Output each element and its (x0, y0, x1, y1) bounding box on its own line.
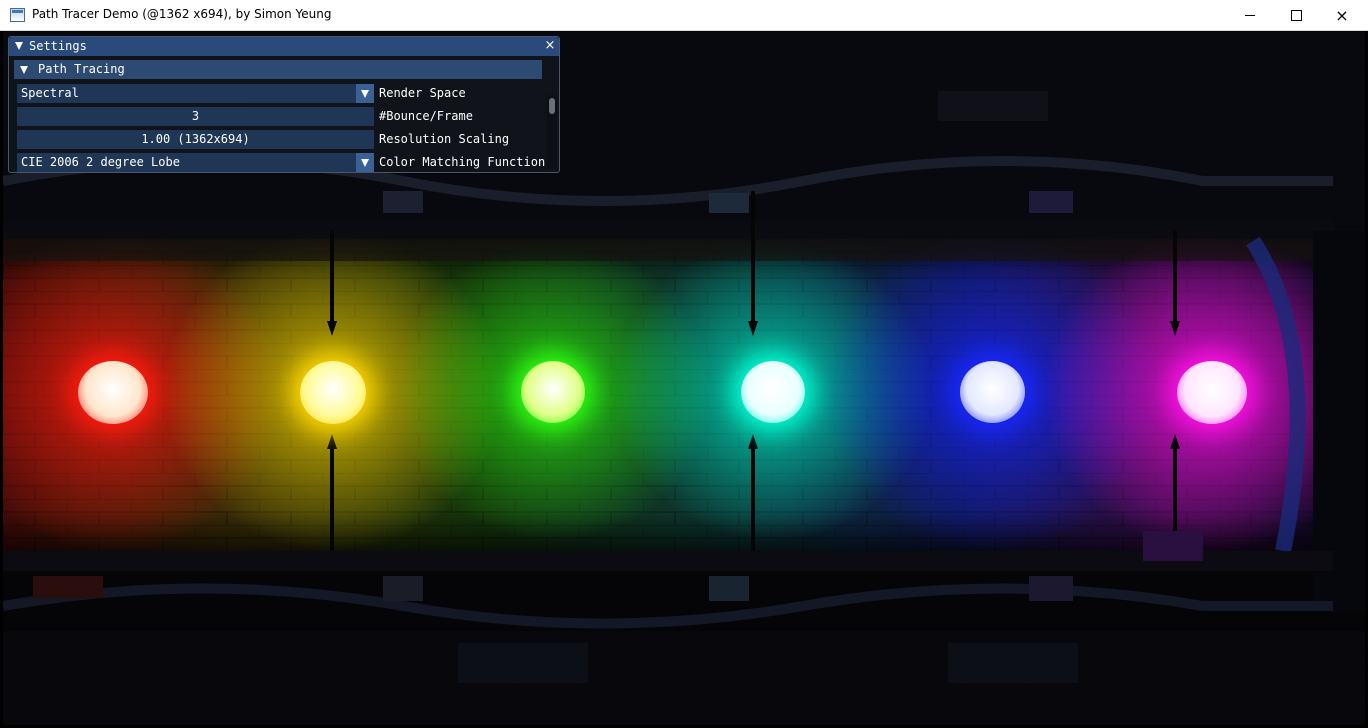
settings-title: Settings (29, 39, 87, 53)
cmf-row: CIE 2006 2 degree Lobe Color Matching Fu… (17, 153, 545, 172)
bounce-slider[interactable]: 3 (17, 107, 374, 126)
scrollbar-thumb[interactable] (549, 98, 555, 114)
settings-close-icon[interactable]: × (542, 38, 558, 54)
collapse-arrow-icon[interactable] (15, 42, 23, 50)
chevron-down-icon (361, 90, 369, 98)
light-sphere-cyan (741, 361, 805, 423)
cmf-value: CIE 2006 2 degree Lobe (21, 155, 180, 169)
settings-panel[interactable]: Settings × Path Tracing Spectral Render … (8, 36, 560, 173)
light-sphere-green (521, 361, 585, 423)
resolution-value: 1.00 (1362x694) (141, 132, 250, 146)
section-arrow-icon (20, 66, 28, 74)
render-space-label: Render Space (379, 86, 466, 100)
resolution-row: 1.00 (1362x694) Resolution Scaling (17, 130, 537, 149)
window-title: Path Tracer Demo (@1362 x694), by Simon … (32, 7, 332, 21)
cmf-label: Color Matching Function (379, 155, 546, 169)
render-space-value: Spectral (21, 86, 79, 100)
light-sphere-red (78, 361, 148, 424)
bounce-value: 3 (191, 109, 200, 123)
render-space-combo[interactable]: Spectral (17, 84, 374, 103)
bounce-label: #Bounce/Frame (379, 109, 473, 123)
chevron-down-icon (361, 159, 369, 167)
maximize-button[interactable] (1273, 0, 1319, 30)
settings-scrollbar[interactable] (547, 95, 557, 169)
bounce-row: 3 #Bounce/Frame (17, 107, 537, 126)
cmf-dropdown-button[interactable] (356, 153, 374, 172)
light-sphere-yellow (300, 361, 366, 424)
minimize-icon (1245, 14, 1255, 16)
section-title: Path Tracing (38, 62, 125, 76)
close-button[interactable]: × (1319, 0, 1365, 30)
render-space-dropdown-button[interactable] (356, 84, 374, 103)
resolution-slider[interactable]: 1.00 (1362x694) (17, 130, 374, 149)
light-sphere-magenta (1177, 361, 1247, 424)
close-icon: × (1335, 5, 1349, 25)
maximize-icon (1290, 9, 1302, 21)
minimize-button[interactable] (1227, 0, 1273, 30)
app-window-icon (10, 8, 25, 22)
window-titlebar[interactable]: Path Tracer Demo (@1362 x694), by Simon … (0, 0, 1368, 31)
resolution-label: Resolution Scaling (379, 132, 510, 146)
light-sphere-blue (960, 361, 1025, 423)
cmf-combo[interactable]: CIE 2006 2 degree Lobe (17, 153, 374, 172)
settings-titlebar[interactable]: Settings × (9, 37, 559, 56)
path-tracing-header[interactable]: Path Tracing (14, 60, 542, 79)
render-space-row: Spectral Render Space (17, 84, 537, 103)
